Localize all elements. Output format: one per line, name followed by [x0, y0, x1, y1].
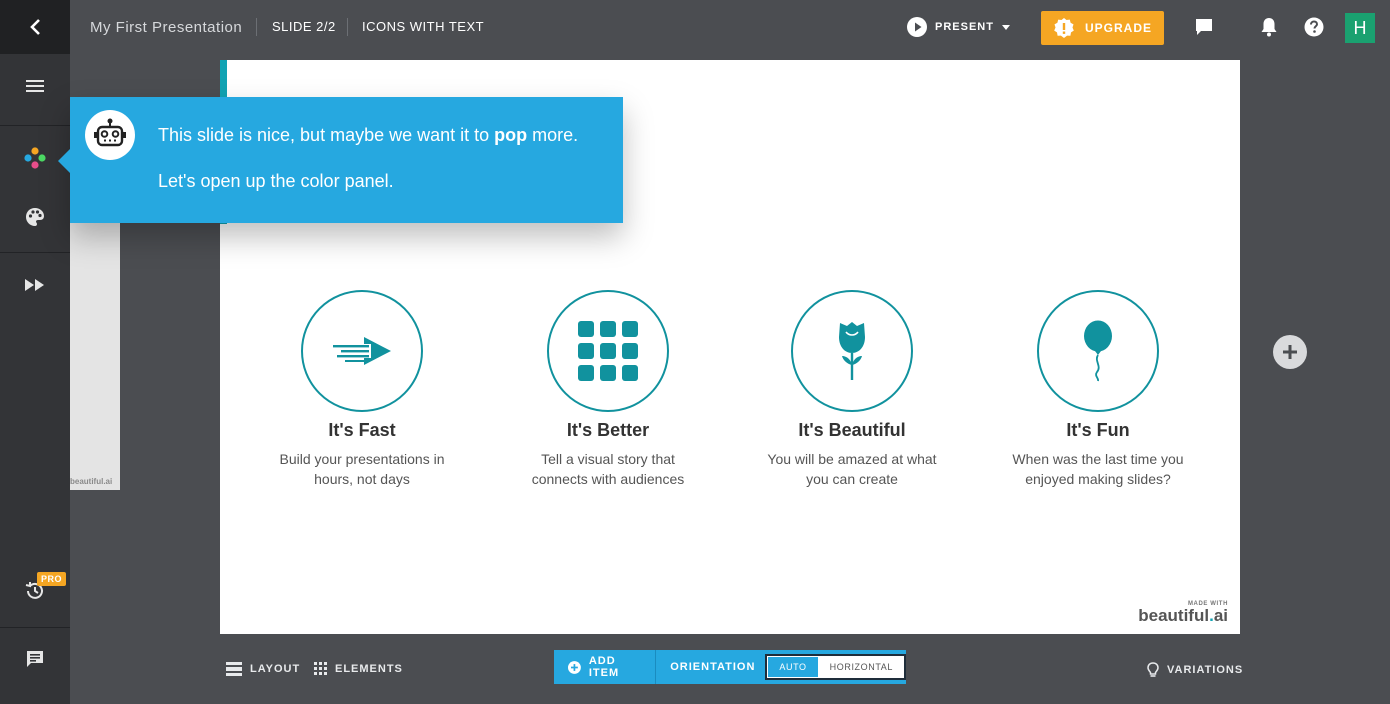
variations-button[interactable]: VARIATIONS	[1147, 662, 1243, 678]
present-button[interactable]: PRESENT	[907, 17, 1010, 37]
elements-label: ELEMENTS	[335, 662, 403, 675]
robot-icon	[94, 118, 126, 147]
bell-icon	[1261, 18, 1277, 37]
color-dots-icon	[24, 147, 46, 169]
robot-avatar	[85, 110, 135, 160]
orientation-toggle: AUTO HORIZONTAL	[765, 654, 906, 680]
item-title[interactable]: It's Fast	[262, 420, 462, 441]
animation-button[interactable]	[0, 250, 70, 320]
thumbnail-brand: beautiful.ai	[70, 477, 113, 486]
rose-icon	[839, 322, 865, 380]
item-description-line: enjoyed making slides?	[1025, 471, 1171, 487]
item-description-line: You will be amazed at what	[767, 451, 937, 467]
layout-icon	[226, 662, 242, 676]
plus-circle-icon	[568, 660, 581, 674]
item-description-line: When was the last time you	[1012, 451, 1184, 467]
tooltip-message-line1: This slide is nice, but maybe we want it…	[158, 125, 578, 146]
slide-item[interactable]: It's Fast Build your presentations in ho…	[262, 290, 462, 489]
item-description-line: hours, not days	[314, 471, 410, 487]
help-circle-icon	[1304, 17, 1324, 37]
fast-arrow-icon	[333, 337, 391, 365]
balloon-icon	[1084, 320, 1112, 382]
tooltip-text: more.	[527, 125, 579, 145]
alert-badge-icon	[1054, 18, 1074, 38]
palette-icon	[26, 208, 44, 226]
icon-circle[interactable]	[547, 290, 669, 412]
icon-circle[interactable]	[301, 290, 423, 412]
item-description-line: you can create	[806, 471, 898, 487]
grid-dots-icon	[314, 662, 327, 675]
item-description-line: Build your presentations in	[279, 451, 445, 467]
layout-label: LAYOUT	[250, 663, 301, 675]
present-label: PRESENT	[935, 21, 994, 33]
tooltip-message-line2: Let's open up the color panel.	[158, 171, 394, 191]
item-description-line: connects with audiences	[531, 471, 685, 487]
add-item-button[interactable]: ADD ITEM	[554, 650, 657, 684]
slide-item[interactable]: It's Better Tell a visual story that con…	[508, 290, 708, 489]
back-button[interactable]	[0, 0, 70, 54]
version-history-button[interactable]	[0, 556, 70, 626]
plus-icon	[1283, 345, 1297, 359]
slide-layout-name: ICONS WITH TEXT	[362, 19, 485, 34]
caret-down-icon	[1001, 24, 1010, 30]
made-with-badge: MADE WITH beautiful.ai	[1138, 601, 1228, 624]
presentation-title[interactable]: My First Presentation	[90, 19, 242, 36]
add-item-label: ADD ITEM	[588, 655, 620, 679]
item-toolbar: ADD ITEM ORIENTATION AUTO HORIZONTAL	[554, 650, 906, 684]
item-description[interactable]: When was the last time you enjoyed makin…	[998, 449, 1198, 489]
grid-icon	[578, 321, 638, 381]
variations-label: VARIATIONS	[1167, 664, 1244, 676]
brand-prefix: beautiful	[1138, 606, 1210, 625]
notifications-button[interactable]	[1258, 16, 1280, 38]
layout-button[interactable]: LAYOUT	[226, 662, 300, 676]
comments-panel-button[interactable]	[0, 624, 70, 694]
tooltip-arrow	[58, 149, 70, 173]
upgrade-button[interactable]: UPGRADE	[1041, 11, 1164, 45]
brand-suffix: ai	[1213, 606, 1228, 625]
hamburger-icon	[26, 80, 44, 92]
comments-button[interactable]	[1193, 16, 1215, 38]
elements-button[interactable]: ELEMENTS	[314, 662, 403, 675]
tooltip-text: This slide is nice, but maybe we want it…	[158, 125, 495, 145]
item-description[interactable]: Build your presentations in hours, not d…	[262, 449, 462, 489]
orientation-label: ORIENTATION	[670, 661, 756, 673]
left-sidebar: PRO	[0, 0, 70, 704]
orientation-horizontal-option[interactable]: HORIZONTAL	[819, 656, 904, 678]
chevron-left-icon	[30, 19, 40, 35]
icon-circle[interactable]	[791, 290, 913, 412]
lightbulb-icon	[1147, 662, 1159, 677]
item-description-line: Tell a visual story that	[541, 451, 675, 467]
help-button[interactable]	[1303, 16, 1325, 38]
tooltip-emphasis: pop	[494, 125, 528, 145]
theme-button[interactable]	[0, 182, 70, 252]
play-circle-icon	[907, 17, 927, 37]
fast-forward-icon	[25, 279, 44, 291]
item-title[interactable]: It's Better	[508, 420, 708, 441]
user-avatar[interactable]: H	[1345, 13, 1375, 43]
speaker-notes-icon	[27, 651, 43, 667]
item-title[interactable]: It's Beautiful	[752, 420, 952, 441]
menu-button[interactable]	[0, 51, 70, 121]
upgrade-label: UPGRADE	[1084, 21, 1152, 35]
chat-bubble-icon	[1196, 19, 1212, 35]
slide-thumbnail[interactable]: beautiful.ai	[70, 222, 120, 490]
topbar-divider	[256, 18, 257, 36]
brand-logo-text: beautiful.ai	[1138, 607, 1228, 624]
slide-item[interactable]: It's Fun When was the last time you enjo…	[998, 290, 1198, 489]
slide-counter: SLIDE 2/2	[272, 19, 336, 34]
onboarding-tooltip: This slide is nice, but maybe we want it…	[58, 97, 623, 223]
orientation-auto-option[interactable]: AUTO	[767, 656, 819, 678]
topbar-divider	[347, 18, 348, 36]
icon-circle[interactable]	[1037, 290, 1159, 412]
item-title[interactable]: It's Fun	[998, 420, 1198, 441]
item-description[interactable]: Tell a visual story that connects with a…	[508, 449, 708, 489]
slide-item[interactable]: It's Beautiful You will be amazed at wha…	[752, 290, 952, 489]
pro-badge: PRO	[37, 572, 67, 586]
add-slide-button[interactable]	[1273, 335, 1307, 369]
top-bar: My First Presentation SLIDE 2/2 ICONS WI…	[70, 0, 1390, 54]
item-description[interactable]: You will be amazed at what you can creat…	[752, 449, 952, 489]
